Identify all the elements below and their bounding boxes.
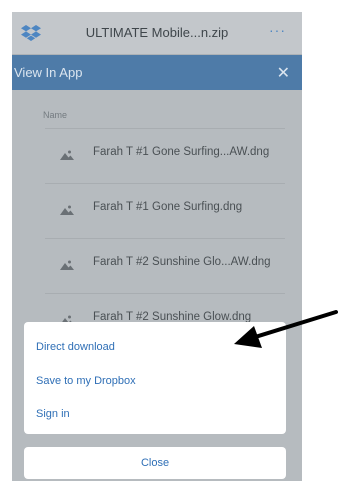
close-button[interactable]: Close: [24, 447, 286, 479]
name-column-header[interactable]: Name: [43, 110, 67, 120]
close-banner-icon[interactable]: ✕: [277, 63, 290, 83]
list-item[interactable]: Farah T #1 Gone Surfing.dng: [45, 183, 285, 238]
more-options-button[interactable]: ···: [269, 22, 286, 38]
sign-in-option[interactable]: Sign in: [36, 408, 70, 420]
list-item[interactable]: Farah T #1 Gone Surfing...AW.dng: [45, 128, 285, 183]
save-to-dropbox-option[interactable]: Save to my Dropbox: [36, 375, 136, 387]
file-title: ULTIMATE Mobile...n.zip: [85, 25, 229, 40]
file-name: Farah T #1 Gone Surfing.dng: [93, 201, 243, 213]
list-item[interactable]: Farah T #2 Sunshine Glo...AW.dng: [45, 238, 285, 293]
file-name: Farah T #2 Sunshine Glo...AW.dng: [93, 256, 271, 268]
view-in-app-banner[interactable]: View In App ✕: [12, 55, 302, 90]
phone-screen: ULTIMATE Mobile...n.zip ··· View In App …: [12, 12, 302, 481]
image-file-icon: [60, 150, 74, 160]
pointer-arrow-icon: [234, 310, 338, 348]
close-button-label: Close: [140, 457, 170, 469]
file-name: Farah T #1 Gone Surfing...AW.dng: [93, 146, 270, 158]
direct-download-option[interactable]: Direct download: [36, 341, 115, 353]
image-file-icon: [60, 205, 74, 215]
view-in-app-label[interactable]: View In App: [14, 65, 82, 80]
top-bar: ULTIMATE Mobile...n.zip ···: [12, 12, 302, 55]
image-file-icon: [60, 260, 74, 270]
